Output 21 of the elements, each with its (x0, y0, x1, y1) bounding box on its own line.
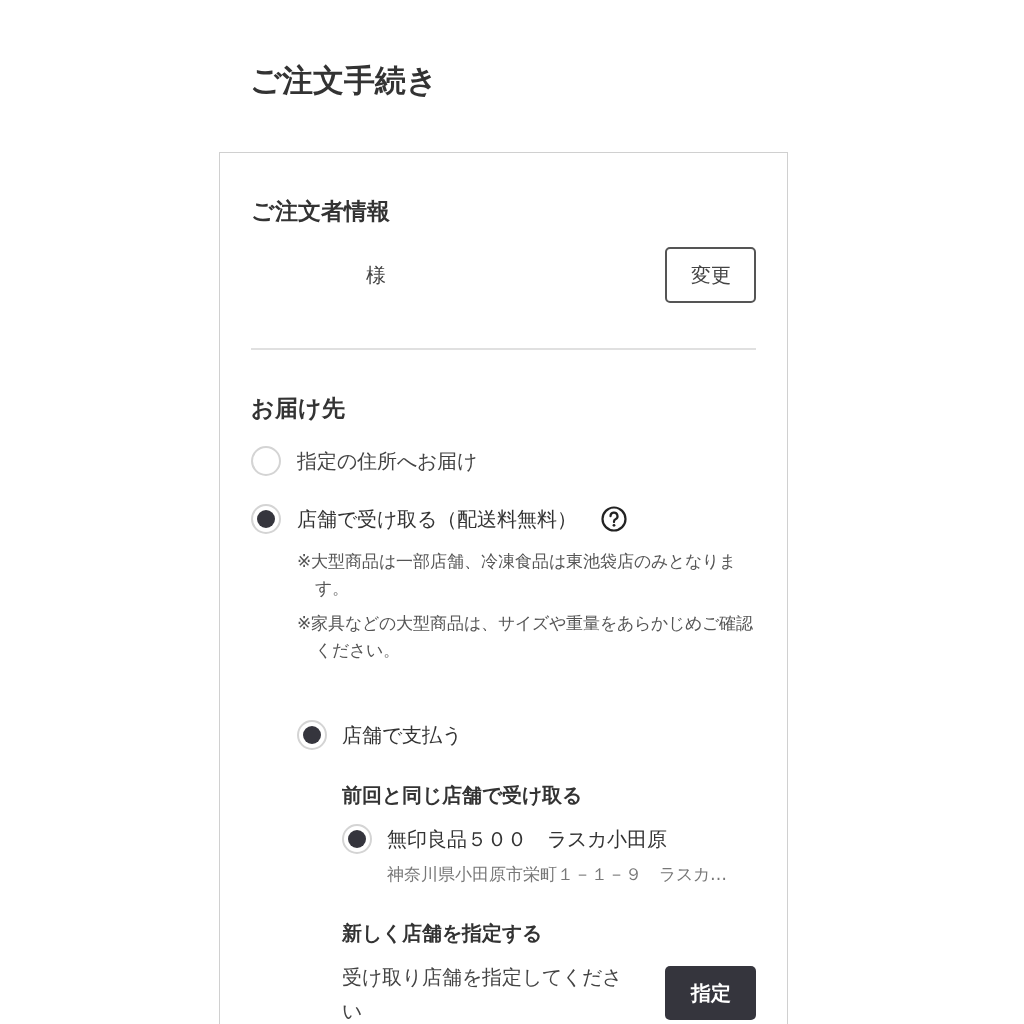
customer-honorific: 様 (365, 262, 386, 289)
select-store-button[interactable]: 指定 (665, 965, 756, 1020)
change-button[interactable]: 変更 (665, 247, 756, 303)
option-label[interactable]: 店舗で受け取る（配送料無料） (297, 504, 577, 534)
radio-button[interactable] (251, 504, 281, 534)
note-text: ※家具などの大型商品は、サイズや重量をあらかじめご確認ください。 (297, 612, 755, 662)
store-address: 神奈川県小田原市栄町１－１－９ ラスカ… (387, 863, 727, 886)
store-name[interactable]: 無印良品５００ ラスカ小田原 (387, 824, 727, 854)
section-heading: ご注文者情報 (251, 197, 391, 226)
subsection-heading: 前回と同じ店舗で受け取る (342, 782, 583, 809)
store-prompt: 受け取り店舗を指定してください (342, 963, 623, 1024)
option-label[interactable]: 指定の住所へお届け (297, 446, 477, 476)
radio-button[interactable] (251, 446, 281, 476)
radio-button[interactable] (297, 720, 327, 750)
note-text: ※大型商品は一部店舗、冷凍食品は東池袋店のみとなります。 (297, 550, 738, 600)
radio-button[interactable] (342, 824, 372, 854)
subsection-heading: 新しく店舗を指定する (342, 919, 543, 947)
option-label[interactable]: 店舗で支払う (342, 720, 462, 750)
page-title: ご注文手続き (249, 61, 439, 100)
help-icon[interactable] (601, 506, 627, 532)
section-heading: お届け先 (251, 394, 346, 423)
